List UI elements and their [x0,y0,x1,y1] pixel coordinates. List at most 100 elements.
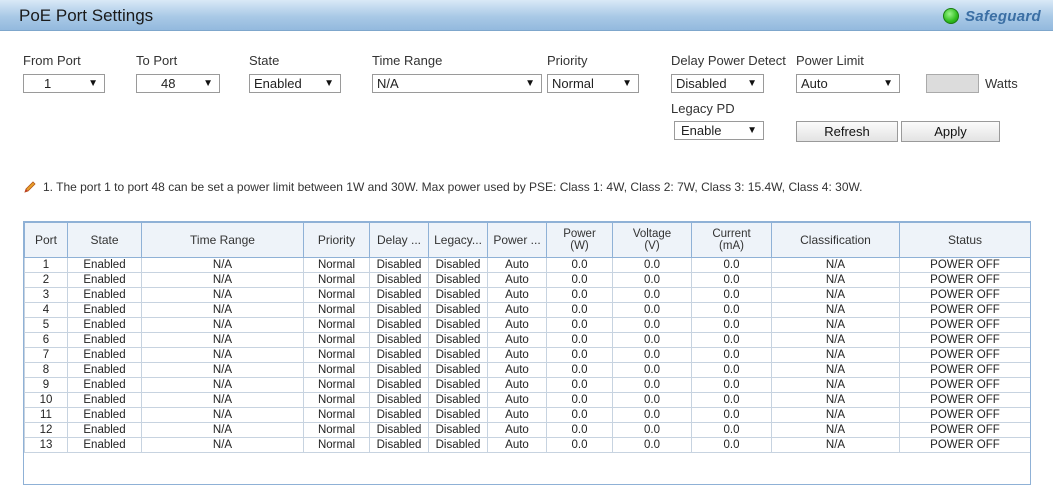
col-header-time-range[interactable]: Time Range [141,222,304,258]
power-w-cell: 0.0 [546,377,613,393]
power-limit-cell: Auto [487,287,547,303]
state-cell: Enabled [67,287,142,303]
delay-power-detect-cell: Disabled [369,302,429,318]
time-range-cell: N/A [141,347,304,363]
col-header-port[interactable]: Port [24,222,68,258]
col-header-classification[interactable]: Classification [771,222,900,258]
voltage-v-cell: 0.0 [612,377,692,393]
port-cell: 6 [24,332,68,348]
current-ma-cell: 0.0 [691,377,772,393]
time-range-cell: N/A [141,407,304,423]
watts-input[interactable] [926,74,979,93]
col-header-priority[interactable]: Priority [303,222,370,258]
chevron-down-icon: ▼ [747,125,757,136]
current-ma-cell: 0.0 [691,392,772,408]
state-cell: Enabled [67,332,142,348]
delay-power-detect-cell: Disabled [369,362,429,378]
power-limit-cell: Auto [487,392,547,408]
col-header-current-ma[interactable]: Current (mA) [691,222,772,258]
table-row[interactable]: 4 Enabled N/A Normal Disabled Disabled Auto 0.0… [24,302,1030,318]
state-select[interactable]: Enabled ▼ [249,74,341,93]
col-header-power-w[interactable]: Power (W) [546,222,613,258]
delay-power-detect-select[interactable]: Disabled ▼ [671,74,764,93]
poe-port-table: Port State Time Range Priority Delay ...… [23,221,1031,485]
time-range-cell: N/A [141,272,304,288]
power-limit-select[interactable]: Auto ▼ [796,74,900,93]
priority-cell: Normal [303,287,370,303]
col-header-delay-power-detect[interactable]: Delay ... [369,222,429,258]
table-row[interactable]: 12 Enabled N/A Normal Disabled Disabled Auto 0.… [24,422,1030,438]
refresh-button[interactable]: Refresh [796,121,898,142]
table-row[interactable]: 9 Enabled N/A Normal Disabled Disabled Auto 0.0… [24,377,1030,393]
voltage-v-cell: 0.0 [612,392,692,408]
table-row[interactable]: 11 Enabled N/A Normal Disabled Disabled Auto 0.… [24,407,1030,423]
power-limit-cell: Auto [487,332,547,348]
col-header-legacy-pd[interactable]: Legacy... [428,222,488,258]
state-cell: Enabled [67,422,142,438]
voltage-v-cell: 0.0 [612,422,692,438]
table-row[interactable]: 1 Enabled N/A Normal Disabled Disabled Auto 0.0… [24,257,1030,273]
safeguard-status-icon [942,8,959,24]
chevron-down-icon: ▼ [88,78,98,89]
table-row[interactable]: 13 Enabled N/A Normal Disabled Disabled Auto 0.… [24,437,1030,453]
current-ma-cell: 0.0 [691,332,772,348]
time-range-cell: N/A [141,332,304,348]
state-cell: Enabled [67,437,142,453]
chevron-down-icon: ▼ [525,78,535,89]
table-row[interactable]: 7 Enabled N/A Normal Disabled Disabled Auto 0.0… [24,347,1030,363]
legacy-pd-cell: Disabled [428,377,488,393]
power-w-cell: 0.0 [546,257,613,273]
page-title: PoE Port Settings [19,6,154,25]
table-row[interactable]: 5 Enabled N/A Normal Disabled Disabled Auto 0.0… [24,317,1030,333]
col-header-state[interactable]: State [67,222,142,258]
priority-cell: Normal [303,332,370,348]
state-cell: Enabled [67,392,142,408]
col-header-voltage-v[interactable]: Voltage (V) [612,222,692,258]
voltage-v-cell: 0.0 [612,437,692,453]
priority-select[interactable]: Normal ▼ [547,74,639,93]
delay-power-detect-cell: Disabled [369,257,429,273]
col-header-power-limit[interactable]: Power ... [487,222,547,258]
delay-power-detect-label: Delay Power Detect [671,53,786,68]
current-ma-cell: 0.0 [691,272,772,288]
table-row[interactable]: 3 Enabled N/A Normal Disabled Disabled Auto 0.0… [24,287,1030,303]
delay-power-detect-cell: Disabled [369,407,429,423]
table-row[interactable]: 6 Enabled N/A Normal Disabled Disabled Auto 0.0… [24,332,1030,348]
col-header-status[interactable]: Status [899,222,1030,258]
status-cell: POWER OFF [899,422,1030,438]
status-cell: POWER OFF [899,332,1030,348]
time-range-select[interactable]: N/A ▼ [372,74,542,93]
current-ma-cell: 0.0 [691,347,772,363]
to-port-select[interactable]: 48 ▼ [136,74,220,93]
time-range-cell: N/A [141,422,304,438]
table-row[interactable]: 8 Enabled N/A Normal Disabled Disabled Auto 0.0… [24,362,1030,378]
power-limit-note: 1. The port 1 to port 48 can be set a po… [23,180,863,194]
power-limit-cell: Auto [487,272,547,288]
power-w-cell: 0.0 [546,422,613,438]
current-ma-cell: 0.0 [691,317,772,333]
table-row[interactable]: 10 Enabled N/A Normal Disabled Disabled Auto 0.… [24,392,1030,408]
classification-cell: N/A [771,422,900,438]
classification-cell: N/A [771,317,900,333]
time-range-cell: N/A [141,437,304,453]
watts-label: Watts [985,76,1018,91]
priority-cell: Normal [303,272,370,288]
port-cell: 4 [24,302,68,318]
power-w-cell: 0.0 [546,317,613,333]
status-cell: POWER OFF [899,347,1030,363]
from-port-select[interactable]: 1 ▼ [23,74,105,93]
delay-power-detect-cell: Disabled [369,392,429,408]
classification-cell: N/A [771,257,900,273]
legacy-pd-cell: Disabled [428,392,488,408]
legacy-pd-cell: Disabled [428,257,488,273]
priority-cell: Normal [303,377,370,393]
legacy-pd-cell: Disabled [428,347,488,363]
table-row[interactable]: 2 Enabled N/A Normal Disabled Disabled Auto 0.0… [24,272,1030,288]
power-w-cell: 0.0 [546,362,613,378]
status-cell: POWER OFF [899,377,1030,393]
classification-cell: N/A [771,347,900,363]
legacy-pd-cell: Disabled [428,362,488,378]
legacy-pd-select[interactable]: Enable ▼ [674,121,764,140]
apply-button[interactable]: Apply [901,121,1000,142]
port-cell: 10 [24,392,68,408]
